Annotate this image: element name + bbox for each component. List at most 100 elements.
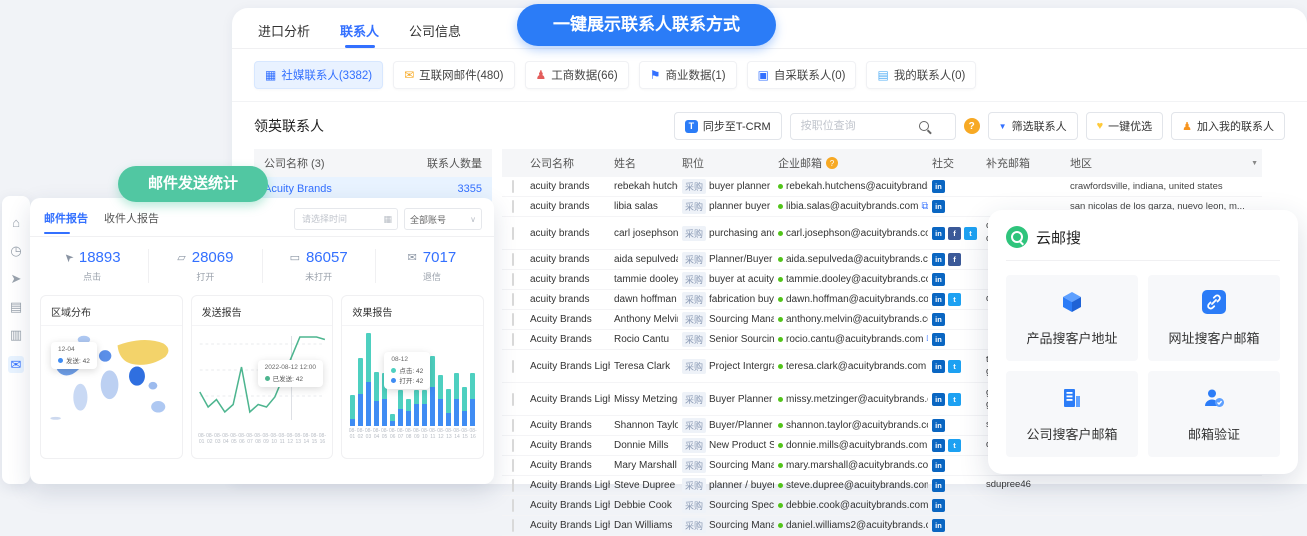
chip-6[interactable]: ▤我的联系人(0) (866, 61, 976, 89)
stacked-bar[interactable] (430, 356, 435, 426)
row-checkbox[interactable] (512, 499, 514, 512)
linkedin-icon[interactable]: in (932, 293, 945, 306)
twitter-icon[interactable]: t (964, 227, 977, 240)
row-checkbox[interactable] (512, 180, 514, 193)
table-row[interactable]: Acuity Brands LightingDan Williams采购Sour… (502, 516, 1262, 536)
home-icon[interactable]: ⌂ (12, 216, 20, 229)
title-cell: 采购Sourcing Manager (678, 516, 774, 535)
cloud-card[interactable]: 公司搜客户邮箱 (1006, 371, 1138, 457)
linkedin-icon[interactable]: in (932, 273, 945, 286)
table-row[interactable]: Acuity Brands LightingDebbie Cook采购Sourc… (502, 496, 1262, 516)
facebook-icon[interactable]: f (948, 253, 961, 266)
linkedin-icon[interactable]: in (932, 227, 945, 240)
stacked-bar[interactable] (350, 395, 355, 426)
stacked-bar[interactable] (446, 389, 451, 426)
stacked-bar[interactable] (382, 373, 387, 426)
add-to-my-contacts-button[interactable]: ♟ 加入我的联系人 (1171, 112, 1285, 140)
table-row[interactable]: Acuity Brands LightingSteve Dupree采购plan… (502, 476, 1262, 496)
filter-contacts-button[interactable]: ▼ 筛选联系人 (988, 112, 1078, 140)
tab-3[interactable]: 公司信息 (409, 21, 461, 48)
stacked-bar[interactable] (406, 399, 411, 426)
history-icon[interactable]: ◷ (10, 244, 21, 257)
stacked-bar[interactable] (398, 390, 403, 426)
row-checkbox[interactable] (512, 200, 514, 213)
row-checkbox[interactable] (512, 253, 514, 266)
stacked-bar[interactable] (366, 333, 371, 426)
twitter-icon[interactable]: t (948, 393, 961, 406)
row-checkbox[interactable] (512, 360, 514, 373)
twitter-icon[interactable]: t (948, 360, 961, 373)
chip-3[interactable]: ♟工商数据(66) (525, 61, 629, 89)
stacked-bar[interactable] (358, 358, 363, 426)
linkedin-icon[interactable]: in (932, 313, 945, 326)
search-icon[interactable] (919, 121, 929, 131)
report-icon[interactable]: ▥ (10, 328, 22, 341)
date-range-picker[interactable]: ▦ (294, 208, 398, 230)
row-checkbox[interactable] (512, 459, 514, 472)
stacked-bar[interactable] (422, 390, 427, 426)
twitter-icon[interactable]: t (948, 439, 961, 452)
position-search-input[interactable] (799, 119, 913, 133)
mail-tab-2[interactable]: 收件人报告 (104, 210, 159, 234)
account-select[interactable]: 全部账号 ∨ (404, 208, 482, 230)
linkedin-icon[interactable]: in (932, 439, 945, 452)
company-cell: Acuity Brands (526, 312, 610, 327)
bar-segment-click (350, 395, 355, 419)
row-checkbox[interactable] (512, 333, 514, 346)
stacked-bar[interactable] (470, 373, 475, 426)
info-badge-icon[interactable]: ? (826, 157, 838, 169)
linkedin-icon[interactable]: in (932, 253, 945, 266)
tab-1[interactable]: 进口分析 (258, 21, 310, 48)
stacked-bar[interactable] (390, 414, 395, 426)
cloud-card[interactable]: 网址搜客户邮箱 (1148, 275, 1280, 361)
date-range-input[interactable] (300, 213, 368, 225)
mail-tab-1[interactable]: 邮件报告 (44, 210, 88, 234)
chip-1[interactable]: ▦社媒联系人(3382) (254, 61, 383, 89)
linkedin-icon[interactable]: in (932, 333, 945, 346)
linkedin-icon[interactable]: in (932, 200, 945, 213)
company-cell: Acuity Brands Lighting (526, 359, 610, 374)
bar-segment-open (414, 404, 419, 426)
row-checkbox[interactable] (512, 393, 514, 406)
column-filter-icon[interactable]: ▼ (1251, 160, 1258, 167)
stacked-bar[interactable] (462, 387, 467, 426)
linkedin-icon[interactable]: in (932, 419, 945, 432)
facebook-icon[interactable]: f (948, 227, 961, 240)
cloud-card[interactable]: 产品搜客户地址 (1006, 275, 1138, 361)
linkedin-icon[interactable]: in (932, 360, 945, 373)
chip-5[interactable]: ▣自采联系人(0) (747, 61, 857, 89)
stacked-bar[interactable] (438, 375, 443, 426)
one-click-select-button[interactable]: ♥ 一键优选 (1086, 112, 1164, 140)
linkedin-icon[interactable]: in (932, 499, 945, 512)
linkedin-icon[interactable]: in (932, 519, 945, 532)
linkedin-icon[interactable]: in (932, 479, 945, 492)
row-checkbox[interactable] (512, 519, 514, 532)
row-checkbox[interactable] (512, 313, 514, 326)
chip-2[interactable]: ✉互联网邮件(480) (393, 61, 514, 89)
chip-4[interactable]: ⚑商业数据(1) (639, 61, 737, 89)
cloud-card[interactable]: 邮箱验证 (1148, 371, 1280, 457)
row-checkbox[interactable] (512, 439, 514, 452)
row-checkbox[interactable] (512, 273, 514, 286)
stacked-bar[interactable] (414, 390, 419, 426)
linkedin-icon[interactable]: in (932, 180, 945, 193)
row-checkbox[interactable] (512, 479, 514, 492)
stat-top: ▱28069 (149, 249, 261, 266)
position-search[interactable] (790, 113, 956, 140)
chevron-down-icon: ∨ (470, 215, 476, 224)
stacked-bar[interactable] (374, 372, 379, 426)
twitter-icon[interactable]: t (948, 293, 961, 306)
briefcase-icon[interactable]: ▤ (10, 300, 22, 313)
row-checkbox[interactable] (512, 293, 514, 306)
help-icon[interactable]: ? (964, 118, 980, 134)
row-checkbox[interactable] (512, 227, 514, 240)
table-row[interactable]: acuity brandsrebekah hutchens采购buyer pla… (502, 177, 1262, 197)
stacked-bar[interactable] (454, 373, 459, 426)
mail-icon[interactable]: ✉ (8, 356, 25, 373)
row-checkbox[interactable] (512, 419, 514, 432)
tab-2[interactable]: 联系人 (340, 21, 379, 48)
sync-tcrm-button[interactable]: T 同步至T-CRM (674, 112, 782, 140)
linkedin-icon[interactable]: in (932, 459, 945, 472)
linkedin-icon[interactable]: in (932, 393, 945, 406)
send-icon[interactable]: ➤ (11, 272, 22, 285)
